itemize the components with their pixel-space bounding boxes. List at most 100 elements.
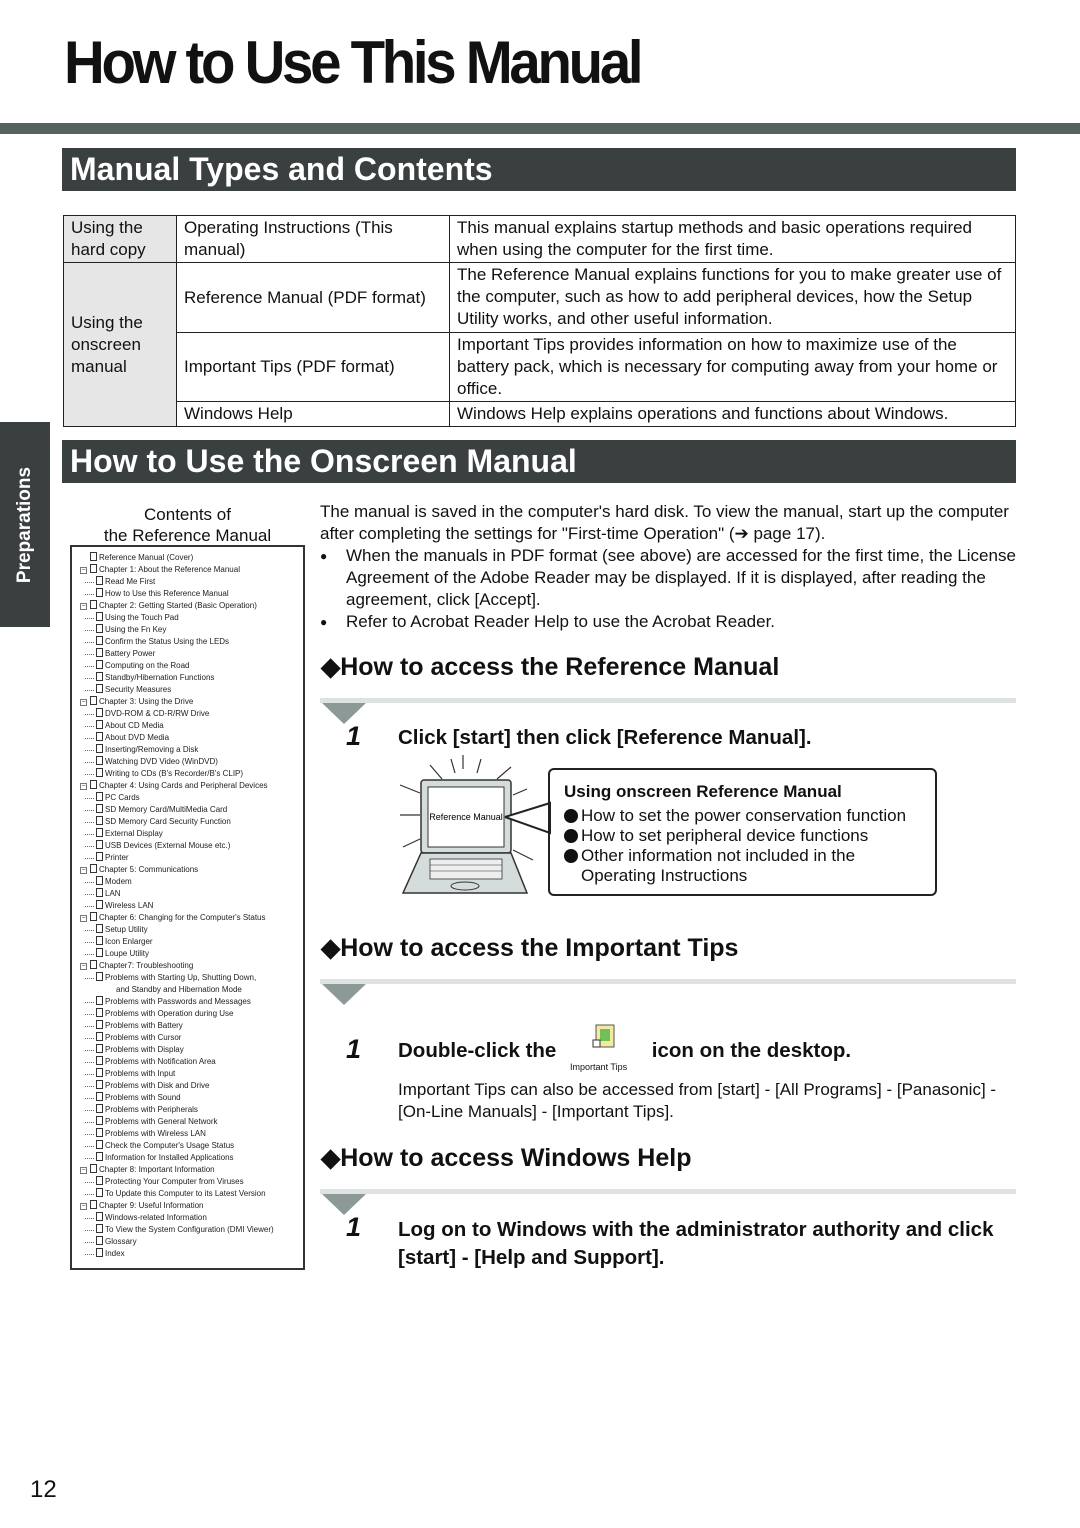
collapse-icon[interactable]: − xyxy=(80,915,87,922)
tree-item[interactable]: Problems with Disk and Drive xyxy=(72,1080,303,1092)
tree-item-label: Problems with Starting Up, Shutting Down… xyxy=(105,973,257,982)
tree-item[interactable]: Writing to CDs (B's Recorder/B's CLIP) xyxy=(72,768,303,780)
document-icon xyxy=(90,864,97,873)
tree-item[interactable]: Protecting Your Computer from Viruses xyxy=(72,1176,303,1188)
tree-item[interactable]: External Display xyxy=(72,828,303,840)
tree-chapter[interactable]: Reference Manual (Cover) xyxy=(72,552,303,564)
collapse-icon[interactable]: − xyxy=(80,867,87,874)
tree-chapter[interactable]: − Chapter7: Troubleshooting xyxy=(72,960,303,972)
step-text: icon on the desktop. xyxy=(651,1039,852,1062)
tree-item[interactable]: Problems with Display xyxy=(72,1044,303,1056)
tree-item[interactable]: Problems with Sound xyxy=(72,1092,303,1104)
tree-item[interactable]: Problems with Starting Up, Shutting Down… xyxy=(72,972,303,984)
tree-item[interactable]: Computing on the Road xyxy=(72,660,303,672)
tree-item[interactable]: PC Cards xyxy=(72,792,303,804)
tree-item[interactable]: SD Memory Card Security Function xyxy=(72,816,303,828)
tree-item[interactable]: DVD-ROM & CD-R/RW Drive xyxy=(72,708,303,720)
tree-item[interactable]: Loupe Utility xyxy=(72,948,303,960)
collapse-icon[interactable]: − xyxy=(80,1167,87,1174)
tree-item[interactable]: Problems with Cursor xyxy=(72,1032,303,1044)
tree-item-label: Watching DVD Video (WinDVD) xyxy=(105,757,218,766)
manual-desc-cell: Windows Help explains operations and fun… xyxy=(449,401,1016,427)
page-number: 12 xyxy=(30,1476,57,1503)
tree-item-label: To Update this Computer to its Latest Ve… xyxy=(105,1189,266,1198)
tree-item[interactable]: Information for Installed Applications xyxy=(72,1152,303,1164)
reference-manual-contents-tree: Reference Manual (Cover) − Chapter 1: Abou… xyxy=(70,545,305,1270)
tree-chapter[interactable]: − Chapter 2: Getting Started (Basic Opera… xyxy=(72,600,303,612)
tree-item[interactable]: Problems with Notification Area xyxy=(72,1056,303,1068)
tree-item[interactable]: LAN xyxy=(72,888,303,900)
tree-item-label: To View the System Configuration (DMI Vi… xyxy=(105,1225,274,1234)
collapse-icon[interactable]: − xyxy=(80,699,87,706)
tree-item[interactable]: Problems with Input xyxy=(72,1068,303,1080)
tree-item[interactable]: Glossary xyxy=(72,1236,303,1248)
callout-item: Other information not included in the Op… xyxy=(564,846,921,886)
tree-item-label: Chapter 5: Communications xyxy=(99,865,199,874)
tree-item[interactable]: Security Measures xyxy=(72,684,303,696)
tree-item[interactable]: Icon Enlarger xyxy=(72,936,303,948)
tree-item[interactable]: Standby/Hibernation Functions xyxy=(72,672,303,684)
tree-item[interactable]: To View the System Configuration (DMI Vi… xyxy=(72,1224,303,1236)
tree-item[interactable]: Windows-related Information xyxy=(72,1212,303,1224)
tree-item-label: Problems with Operation during Use xyxy=(105,1009,234,1018)
tree-chapter[interactable]: − Chapter 4: Using Cards and Peripheral D… xyxy=(72,780,303,792)
tree-chapter[interactable]: − Chapter 3: Using the Drive xyxy=(72,696,303,708)
tree-item[interactable]: How to Use this Reference Manual xyxy=(72,588,303,600)
tree-chapter[interactable]: − Chapter 8: Important Information xyxy=(72,1164,303,1176)
tree-chapter[interactable]: − Chapter 1: About the Reference Manual xyxy=(72,564,303,576)
tree-item-label: Loupe Utility xyxy=(105,949,150,958)
tree-item[interactable]: About DVD Media xyxy=(72,732,303,744)
document-icon xyxy=(96,1176,103,1185)
tree-item[interactable]: USB Devices (External Mouse etc.) xyxy=(72,840,303,852)
tree-item[interactable]: Watching DVD Video (WinDVD) xyxy=(72,756,303,768)
tree-item[interactable]: Read Me First xyxy=(72,576,303,588)
tree-item-label: Problems with General Network xyxy=(105,1117,218,1126)
step-triangle-icon xyxy=(322,984,366,1005)
tree-chapter[interactable]: − Chapter 5: Communications xyxy=(72,864,303,876)
tree-item[interactable]: SD Memory Card/MultiMedia Card xyxy=(72,804,303,816)
tree-item-label: Problems with Input xyxy=(105,1069,176,1078)
tree-item[interactable]: About CD Media xyxy=(72,720,303,732)
table-row: Using the onscreen manual Reference Manu… xyxy=(63,262,1016,427)
tree-item[interactable]: Check the Computer's Usage Status xyxy=(72,1140,303,1152)
document-icon xyxy=(96,1188,103,1197)
tree-item[interactable]: Problems with Peripherals xyxy=(72,1104,303,1116)
tree-chapter[interactable]: − Chapter 9: Useful Information xyxy=(72,1200,303,1212)
tree-item[interactable]: Using the Fn Key xyxy=(72,624,303,636)
document-icon xyxy=(96,900,103,909)
tree-item-label: Chapter 9: Useful Information xyxy=(99,1201,204,1210)
tree-item[interactable]: Index xyxy=(72,1248,303,1260)
tips-note: Important Tips can also be accessed from… xyxy=(398,1080,997,1121)
collapse-icon[interactable]: − xyxy=(80,783,87,790)
tree-item-label: Chapter 2: Getting Started (Basic Operat… xyxy=(99,601,257,610)
tree-item-label: Wireless LAN xyxy=(105,901,154,910)
important-tips-desktop-icon[interactable]: Important Tips xyxy=(562,1024,646,1072)
tree-item[interactable]: Problems with General Network xyxy=(72,1116,303,1128)
tree-item[interactable]: Setup Utility xyxy=(72,924,303,936)
tree-item[interactable]: Printer xyxy=(72,852,303,864)
tree-item[interactable]: Problems with Wireless LAN xyxy=(72,1128,303,1140)
collapse-icon[interactable]: − xyxy=(80,567,87,574)
document-icon xyxy=(96,648,103,657)
collapse-icon[interactable]: − xyxy=(80,963,87,970)
tree-item-label: Problems with Cursor xyxy=(105,1033,182,1042)
tree-item[interactable]: Modem xyxy=(72,876,303,888)
tree-item-label: USB Devices (External Mouse etc.) xyxy=(105,841,231,850)
tree-item-label: Chapter 1: About the Reference Manual xyxy=(99,565,240,574)
tree-item[interactable]: To Update this Computer to its Latest Ve… xyxy=(72,1188,303,1200)
tree-item[interactable]: Problems with Operation during Use xyxy=(72,1008,303,1020)
tree-item[interactable]: Wireless LAN xyxy=(72,900,303,912)
tree-item[interactable]: Inserting/Removing a Disk xyxy=(72,744,303,756)
tree-item-continued[interactable]: and Standby and Hibernation Mode xyxy=(72,984,303,996)
tree-chapter[interactable]: − Chapter 6: Changing for the Computer's … xyxy=(72,912,303,924)
tree-item[interactable]: Using the Touch Pad xyxy=(72,612,303,624)
step-instruction: Click [start] then click [Reference Manu… xyxy=(398,726,812,749)
tree-item[interactable]: Battery Power xyxy=(72,648,303,660)
tree-item[interactable]: Problems with Passwords and Messages xyxy=(72,996,303,1008)
document-icon xyxy=(90,564,97,573)
tree-item[interactable]: Confirm the Status Using the LEDs xyxy=(72,636,303,648)
collapse-icon[interactable]: − xyxy=(80,603,87,610)
tree-item[interactable]: Problems with Battery xyxy=(72,1020,303,1032)
tree-item-label: Problems with Peripherals xyxy=(105,1105,198,1114)
collapse-icon[interactable]: − xyxy=(80,1203,87,1210)
